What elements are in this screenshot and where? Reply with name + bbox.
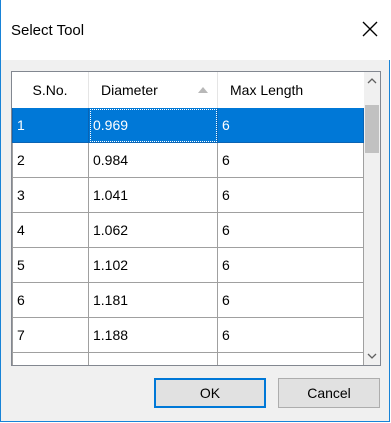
- close-icon: [362, 21, 378, 37]
- cell-diameter: 1.181: [89, 283, 218, 318]
- cell-sno: 4: [12, 213, 89, 248]
- cell-sno: 3: [12, 178, 89, 213]
- cell-diameter: [89, 353, 218, 365]
- dialog-title: Select Tool: [11, 22, 85, 39]
- tool-table: S.No. Diameter Max Length 1 0.969 6 2 0.…: [12, 72, 364, 365]
- table-row[interactable]: 7 1.188 6: [12, 318, 364, 353]
- table-row[interactable]: 4 1.062 6: [12, 213, 364, 248]
- table-row[interactable]: 2 0.984 6: [12, 143, 364, 178]
- cell-sno: [12, 353, 89, 365]
- cell-max-length: [218, 353, 364, 365]
- cell-diameter: 1.188: [89, 318, 218, 353]
- cell-sno: 1: [12, 108, 89, 143]
- cell-sno: 7: [12, 318, 89, 353]
- table-row[interactable]: 6 1.181 6: [12, 283, 364, 318]
- scroll-thumb[interactable]: [365, 105, 379, 153]
- table-row-partial[interactable]: [12, 353, 364, 365]
- cell-diameter: 1.041: [89, 178, 218, 213]
- tool-list: S.No. Diameter Max Length 1 0.969 6 2 0.…: [11, 71, 381, 366]
- scroll-up-button[interactable]: [364, 72, 380, 89]
- chevron-down-icon: [367, 353, 377, 359]
- cell-diameter: 0.984: [89, 143, 218, 178]
- cell-max-length: 6: [218, 108, 364, 143]
- cell-sno: 2: [12, 143, 89, 178]
- cell-max-length: 6: [218, 143, 364, 178]
- table-row[interactable]: 1 0.969 6: [12, 108, 364, 143]
- vertical-scrollbar[interactable]: [364, 72, 380, 365]
- select-tool-dialog: Select Tool S.No. Diameter Max Length 1 …: [0, 0, 390, 422]
- chevron-up-icon: [367, 78, 377, 84]
- cell-max-length: 6: [218, 248, 364, 283]
- table-header: S.No. Diameter Max Length: [12, 72, 364, 108]
- cell-max-length: 6: [218, 318, 364, 353]
- cancel-button[interactable]: Cancel: [278, 378, 380, 408]
- cell-sno: 6: [12, 283, 89, 318]
- cell-max-length: 6: [218, 283, 364, 318]
- title-bar: Select Tool: [1, 0, 390, 60]
- cell-max-length: 6: [218, 178, 364, 213]
- table-row[interactable]: 5 1.102 6: [12, 248, 364, 283]
- table-row[interactable]: 3 1.041 6: [12, 178, 364, 213]
- cell-diameter: 0.969: [89, 108, 218, 143]
- close-button[interactable]: [353, 12, 387, 46]
- sort-ascending-icon: [198, 87, 208, 93]
- cell-sno: 5: [12, 248, 89, 283]
- cell-diameter: 1.102: [89, 248, 218, 283]
- cell-diameter: 1.062: [89, 213, 218, 248]
- cell-max-length: 6: [218, 213, 364, 248]
- ok-button[interactable]: OK: [154, 378, 266, 408]
- column-header-max-length[interactable]: Max Length: [218, 72, 364, 108]
- column-header-sno[interactable]: S.No.: [12, 72, 89, 108]
- scroll-down-button[interactable]: [364, 348, 380, 365]
